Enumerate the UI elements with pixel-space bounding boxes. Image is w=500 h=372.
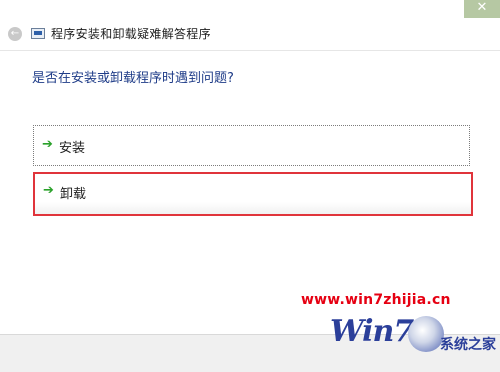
option-uninstall[interactable]: ➔ 卸载 [33, 172, 473, 216]
green-arrow-icon: ➔ [43, 183, 54, 198]
close-icon: ✕ [476, 0, 488, 15]
option-label: 安装 [59, 141, 86, 156]
watermark-site-name: 系统之家 [440, 337, 496, 353]
question-heading: 是否在安装或卸载程序时遇到问题? [32, 71, 234, 86]
windows-orb-icon [408, 316, 444, 352]
back-button[interactable]: ← [8, 27, 22, 41]
option-label: 卸载 [60, 187, 87, 202]
back-arrow-icon: ← [10, 28, 20, 39]
troubleshooter-icon [31, 28, 45, 39]
wizard-header: ← 程序安装和卸载疑难解答程序 [0, 18, 500, 51]
watermark-logo-text: Win7 [330, 314, 414, 349]
title-bar: ✕ [0, 0, 500, 18]
window-title: 程序安装和卸载疑难解答程序 [51, 27, 211, 41]
option-install[interactable]: ➔ 安装 [33, 125, 470, 166]
green-arrow-icon: ➔ [42, 137, 53, 152]
watermark-logo: Win7 系统之家 [330, 306, 500, 371]
close-button[interactable]: ✕ [464, 0, 500, 18]
